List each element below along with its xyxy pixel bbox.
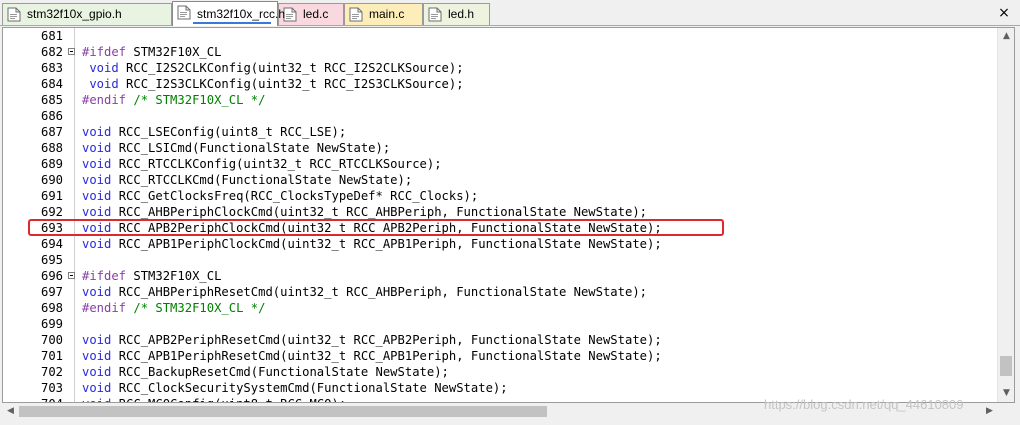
code-text: #endif /* STM32F10X_CL */ — [82, 301, 266, 315]
line-number: 685 — [40, 93, 63, 107]
code-line[interactable]: 702 void RCC_BackupResetCmd(FunctionalSta… — [3, 364, 999, 380]
fold-toggle-icon[interactable] — [68, 272, 75, 279]
tab-label: main.c — [369, 7, 405, 21]
tab-label: stm32f10x_gpio.h — [27, 7, 122, 21]
code-line[interactable]: 703 void RCC_ClockSecuritySystemCmd(Funct… — [3, 380, 999, 396]
line-number: 694 — [40, 237, 63, 251]
code-text: void RCC_APB2PeriphClockCmd(uint32_t RCC… — [82, 221, 662, 235]
watermark: https://blog.csdn.net/qq_44610809 — [764, 397, 964, 412]
code-line[interactable]: 688 void RCC_LSICmd(FunctionalState NewSt… — [3, 140, 999, 156]
vertical-scrollbar[interactable]: ▲ ▼ — [997, 28, 1014, 402]
code-text: void RCC_RTCCLKConfig(uint32_t RCC_RTCCL… — [82, 157, 442, 171]
tab-label: led.c — [303, 7, 329, 21]
code-line[interactable]: 681 — [3, 28, 999, 44]
code-line[interactable]: 682 #ifdef STM32F10X_CL — [3, 44, 999, 60]
code-text: void RCC_APB1PeriphClockCmd(uint32_t RCC… — [82, 237, 662, 251]
file-icon — [349, 7, 363, 22]
line-number: 691 — [40, 189, 63, 203]
code-text: void RCC_AHBPeriphResetCmd(uint32_t RCC_… — [82, 285, 647, 299]
tab-main-c[interactable]: main.c — [344, 3, 423, 25]
code-text: void RCC_LSICmd(FunctionalState NewState… — [82, 141, 391, 155]
line-number: 690 — [40, 173, 63, 187]
code-text: void RCC_BackupResetCmd(FunctionalState … — [82, 365, 449, 379]
tab-led-h[interactable]: led.h — [423, 3, 490, 25]
line-number: 688 — [40, 141, 63, 155]
line-number: 703 — [40, 381, 63, 395]
code-line[interactable]: 693 void RCC_APB2PeriphClockCmd(uint32_t … — [3, 220, 999, 236]
line-number: 700 — [40, 333, 63, 347]
code-line[interactable]: 692 void RCC_AHBPeriphClockCmd(uint32_t R… — [3, 204, 999, 220]
line-number: 704 — [3, 396, 63, 402]
scrollbar-corner — [998, 403, 1015, 420]
code-line[interactable]: 701 void RCC_APB1PeriphResetCmd(uint32_t … — [3, 348, 999, 364]
scroll-up-icon[interactable]: ▲ — [998, 28, 1014, 45]
tab-stm32f10x-gpio-h[interactable]: stm32f10x_gpio.h — [2, 3, 172, 25]
code-line[interactable]: 695 — [3, 252, 999, 268]
line-number: 682 — [40, 45, 63, 59]
line-number: 692 — [40, 205, 63, 219]
vertical-scroll-thumb[interactable] — [1000, 356, 1012, 376]
scroll-down-icon[interactable]: ▼ — [998, 385, 1014, 402]
code-text: #ifdef STM32F10X_CL — [82, 45, 222, 59]
code-text: #endif /* STM32F10X_CL */ — [82, 93, 266, 107]
file-icon — [7, 7, 21, 22]
fold-toggle-icon[interactable] — [68, 48, 75, 55]
code-line[interactable]: 696 #ifdef STM32F10X_CL — [3, 268, 999, 284]
horizontal-scroll-thumb[interactable] — [19, 406, 547, 417]
tab-stm32f10x-rcc-h[interactable]: stm32f10x_rcc.h — [172, 1, 285, 26]
line-number: 695 — [40, 253, 63, 267]
code-line[interactable]: 697 void RCC_AHBPeriphResetCmd(uint32_t R… — [3, 284, 999, 300]
code-line[interactable]: 700 void RCC_APB2PeriphResetCmd(uint32_t … — [3, 332, 999, 348]
tab-led-c[interactable]: led.c — [278, 3, 344, 25]
code-line[interactable]: 689 void RCC_RTCCLKConfig(uint32_t RCC_RT… — [3, 156, 999, 172]
file-icon — [283, 7, 297, 22]
code-line[interactable]: 699 — [3, 316, 999, 332]
code-editor[interactable]: 681 682 #ifdef STM32F10X_CL 683 void RCC_I2… — [2, 27, 1015, 403]
active-tab-indicator — [193, 22, 271, 24]
line-number: 686 — [40, 109, 63, 123]
file-icon — [177, 5, 191, 20]
code-text: void RCC_APB1PeriphResetCmd(uint32_t RCC… — [82, 349, 662, 363]
code-lines: 681 682 #ifdef STM32F10X_CL 683 void RCC_I2… — [3, 28, 999, 402]
code-line[interactable]: 687 void RCC_LSEConfig(uint8_t RCC_LSE); — [3, 124, 999, 140]
code-text: void RCC_ClockSecuritySystemCmd(Function… — [82, 381, 508, 395]
code-line[interactable]: 698 #endif /* STM32F10X_CL */ — [3, 300, 999, 316]
code-text: void RCC_MCOConfig(uint8_t RCC_MCO); — [82, 396, 346, 402]
line-number: 702 — [40, 365, 63, 379]
file-icon — [428, 7, 442, 22]
code-line[interactable]: 690 void RCC_RTCCLKCmd(FunctionalState Ne… — [3, 172, 999, 188]
line-number: 687 — [40, 125, 63, 139]
code-line[interactable]: 683 void RCC_I2S2CLKConfig(uint32_t RCC_… — [3, 60, 999, 76]
code-text: void RCC_AHBPeriphClockCmd(uint32_t RCC_… — [82, 205, 647, 219]
code-line[interactable]: 685 #endif /* STM32F10X_CL */ — [3, 92, 999, 108]
scroll-right-icon[interactable]: ▶ — [981, 403, 998, 420]
code-text: void RCC_APB2PeriphResetCmd(uint32_t RCC… — [82, 333, 662, 347]
code-line[interactable]: 694 void RCC_APB1PeriphClockCmd(uint32_t … — [3, 236, 999, 252]
line-number: 684 — [40, 77, 63, 91]
code-line[interactable]: 686 — [3, 108, 999, 124]
code-line[interactable]: 684 void RCC_I2S3CLKConfig(uint32_t RCC_… — [3, 76, 999, 92]
code-text: void RCC_RTCCLKCmd(FunctionalState NewSt… — [82, 173, 413, 187]
line-number: 693 — [40, 221, 63, 235]
code-line[interactable]: 691 void RCC_GetClocksFreq(RCC_ClocksType… — [3, 188, 999, 204]
line-number: 696 — [40, 269, 63, 283]
line-number: 701 — [40, 349, 63, 363]
close-icon[interactable]: × — [996, 5, 1012, 21]
code-text: void RCC_LSEConfig(uint8_t RCC_LSE); — [82, 125, 347, 139]
line-number: 681 — [40, 29, 63, 43]
code-text: void RCC_I2S3CLKConfig(uint32_t RCC_I2S3… — [89, 77, 464, 91]
code-text: #ifdef STM32F10X_CL — [82, 269, 222, 283]
tab-label: led.h — [448, 7, 475, 21]
scroll-left-icon[interactable]: ◀ — [2, 403, 19, 420]
line-number: 683 — [40, 61, 63, 75]
line-number: 697 — [40, 285, 63, 299]
line-number: 689 — [40, 157, 63, 171]
line-number: 699 — [40, 317, 63, 331]
tab-bar: stm32f10x_gpio.h stm32f10x_rcc.h led.c main… — [0, 0, 1020, 26]
line-number: 698 — [40, 301, 63, 315]
code-text: void RCC_I2S2CLKConfig(uint32_t RCC_I2S2… — [89, 61, 464, 75]
code-text: void RCC_GetClocksFreq(RCC_ClocksTypeDef… — [82, 189, 479, 203]
